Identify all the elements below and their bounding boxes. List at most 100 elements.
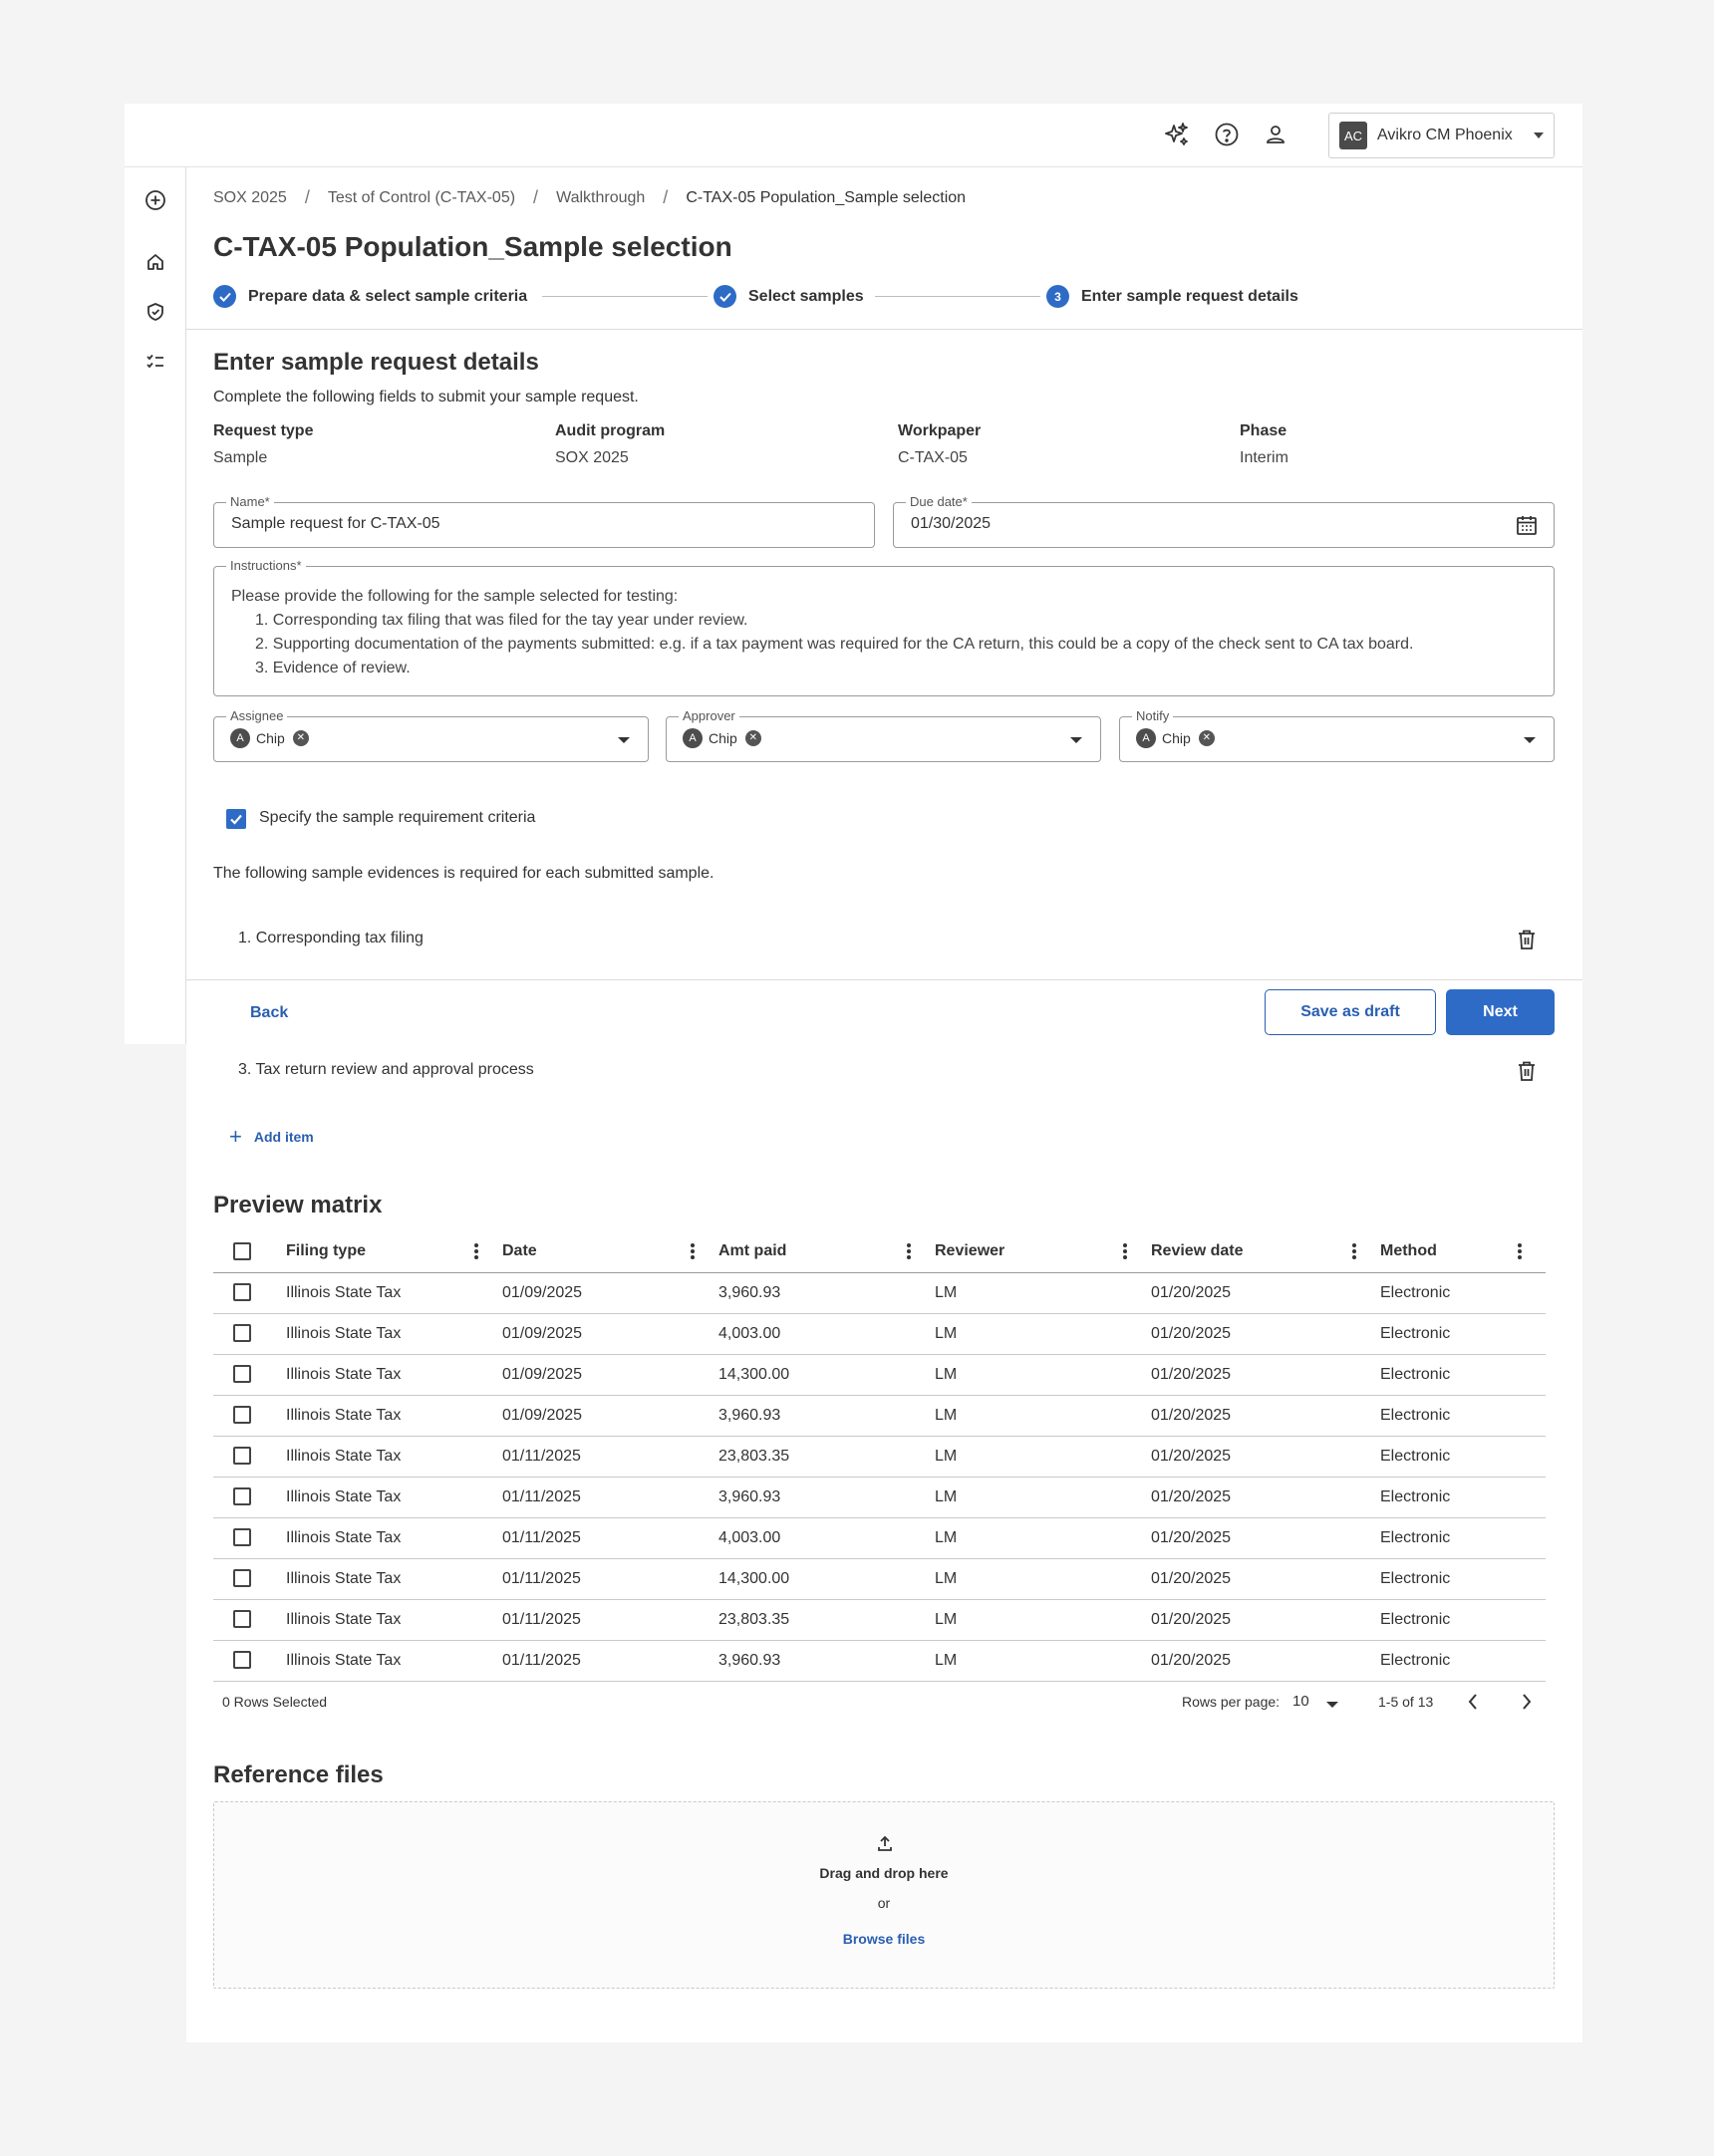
row-checkbox[interactable] (233, 1283, 251, 1302)
chevron-down-icon[interactable] (618, 737, 630, 743)
assignee-select[interactable]: Assignee A Chip ✕ (213, 708, 649, 762)
criteria-checkbox[interactable] (226, 809, 246, 829)
column-header[interactable]: Review date (1151, 1230, 1380, 1273)
account-avatar: AC (1339, 122, 1367, 149)
table-cell: 01/20/2025 (1151, 1272, 1380, 1314)
table-row[interactable]: Illinois State Tax 01/11/2025 3,960.93 LM 01… (213, 1640, 1546, 1682)
row-checkbox[interactable] (233, 1447, 251, 1466)
step-select-samples[interactable]: Select samples (714, 285, 864, 308)
breadcrumb-item-test-of-control[interactable]: Test of Control (C-TAX-05) (328, 189, 515, 207)
step-enter-details[interactable]: 3 Enter sample request details (1046, 285, 1298, 308)
table-cell: Electronic (1380, 1436, 1546, 1478)
account-name: Avikro CM Phoenix (1377, 127, 1513, 143)
back-button[interactable]: Back (250, 1004, 288, 1022)
table-row[interactable]: Illinois State Tax 01/11/2025 4,003.00 LM 01… (213, 1517, 1546, 1559)
table-row[interactable]: Illinois State Tax 01/11/2025 14,300.00 LM 0… (213, 1558, 1546, 1600)
row-checkbox[interactable] (233, 1324, 251, 1343)
row-checkbox[interactable] (233, 1487, 251, 1506)
instructions-field[interactable]: Instructions* Please provide the followi… (213, 558, 1555, 696)
shield-check-icon[interactable] (141, 297, 170, 327)
table-cell: 01/20/2025 (1151, 1477, 1380, 1518)
remove-chip-icon[interactable]: ✕ (744, 730, 761, 746)
more-vertical-icon[interactable] (1123, 1243, 1127, 1259)
table-row[interactable]: Illinois State Tax 01/11/2025 23,803.35 LM 0… (213, 1436, 1546, 1478)
row-select-cell (213, 1395, 286, 1437)
column-header[interactable]: Amt paid (718, 1230, 935, 1273)
row-checkbox[interactable] (233, 1406, 251, 1425)
sparkle-icon[interactable] (1162, 120, 1192, 149)
chevron-right-icon[interactable] (1521, 1693, 1533, 1716)
notify-select[interactable]: Notify A Chip ✕ (1119, 708, 1555, 762)
table-cell: 01/11/2025 (502, 1477, 718, 1518)
avatar: A (230, 728, 250, 748)
header-divider (186, 329, 1582, 330)
table-row[interactable]: Illinois State Tax 01/09/2025 4,003.00 LM 01… (213, 1313, 1546, 1355)
calendar-icon[interactable] (1515, 513, 1539, 542)
rows-per-page-value[interactable]: 10 (1292, 1693, 1309, 1710)
account-switcher[interactable]: AC Avikro CM Phoenix (1328, 113, 1555, 158)
row-checkbox[interactable] (233, 1651, 251, 1670)
row-checkbox[interactable] (233, 1365, 251, 1384)
step-prepare-data[interactable]: Prepare data & select sample criteria (213, 285, 527, 308)
table-row[interactable]: Illinois State Tax 01/09/2025 3,960.93 LM 01… (213, 1395, 1546, 1437)
breadcrumb-item-sox[interactable]: SOX 2025 (213, 189, 287, 207)
column-header[interactable]: Method (1380, 1230, 1546, 1273)
table-cell: 01/11/2025 (502, 1517, 718, 1559)
row-checkbox[interactable] (233, 1610, 251, 1629)
more-vertical-icon[interactable] (474, 1243, 478, 1259)
table-cell: 3,960.93 (718, 1272, 935, 1314)
avatar: A (683, 728, 703, 748)
column-header[interactable]: Reviewer (935, 1230, 1151, 1273)
table-cell: 01/20/2025 (1151, 1517, 1380, 1559)
chevron-down-icon (1534, 133, 1544, 138)
name-field[interactable]: Name* Sample request for C-TAX-05 (213, 494, 875, 548)
help-circle-icon[interactable] (1212, 120, 1242, 149)
chevron-down-icon[interactable] (1524, 737, 1536, 743)
save-draft-button[interactable]: Save as draft (1265, 989, 1436, 1035)
plus-circle-icon[interactable] (141, 185, 170, 215)
chevron-down-icon[interactable] (1070, 737, 1082, 743)
table-cell: 4,003.00 (718, 1313, 935, 1355)
row-checkbox[interactable] (233, 1528, 251, 1547)
next-button[interactable]: Next (1446, 989, 1555, 1035)
due-date-field[interactable]: Due date* 01/30/2025 (893, 494, 1555, 548)
user-icon[interactable] (1261, 120, 1290, 149)
table-header-row: Filing type Date Amt paid Reviewer Revie… (213, 1230, 1546, 1273)
stepper: Prepare data & select sample criteria Se… (213, 285, 1569, 309)
more-vertical-icon[interactable] (1518, 1243, 1522, 1259)
breadcrumb-item-walkthrough[interactable]: Walkthrough (556, 189, 645, 207)
remove-chip-icon[interactable]: ✕ (292, 730, 309, 746)
rows-selected: 0 Rows Selected (222, 1694, 328, 1710)
select-all-checkbox[interactable] (233, 1241, 251, 1260)
remove-chip-icon[interactable]: ✕ (1198, 730, 1215, 746)
table-cell: 14,300.00 (718, 1558, 935, 1600)
more-vertical-icon[interactable] (1352, 1243, 1356, 1259)
approver-select[interactable]: Approver A Chip ✕ (666, 708, 1101, 762)
file-dropzone[interactable]: Drag and drop here or Browse files (213, 1801, 1555, 1989)
table-cell: Electronic (1380, 1272, 1546, 1314)
table-cell: 14,300.00 (718, 1354, 935, 1396)
trash-icon[interactable] (1517, 929, 1537, 950)
pagination-range: 1-5 of 13 (1378, 1694, 1434, 1710)
table-row[interactable]: Illinois State Tax 01/11/2025 3,960.93 LM 01… (213, 1477, 1546, 1518)
row-checkbox[interactable] (233, 1569, 251, 1588)
chevron-left-icon[interactable] (1467, 1693, 1479, 1716)
chevron-down-icon[interactable] (1326, 1702, 1338, 1708)
more-vertical-icon[interactable] (691, 1243, 695, 1259)
meta-phase: Phase Interim (1240, 422, 1288, 466)
browse-files-link[interactable]: Browse files (214, 1931, 1554, 1947)
table-cell: LM (935, 1517, 1151, 1559)
checklist-icon[interactable] (141, 347, 170, 377)
table-row[interactable]: Illinois State Tax 01/11/2025 23,803.35 LM 0… (213, 1599, 1546, 1641)
table-row[interactable]: Illinois State Tax 01/09/2025 3,960.93 LM 01… (213, 1272, 1546, 1314)
notify-chip: A Chip ✕ (1136, 727, 1215, 749)
column-header[interactable]: Filing type (286, 1230, 502, 1273)
home-icon[interactable] (141, 247, 170, 277)
add-item-button[interactable]: + Add item (229, 1126, 314, 1148)
column-header[interactable]: Date (502, 1230, 718, 1273)
trash-icon[interactable] (1517, 1060, 1537, 1082)
table-cell: Illinois State Tax (286, 1477, 502, 1518)
more-vertical-icon[interactable] (907, 1243, 911, 1259)
table-row[interactable]: Illinois State Tax 01/09/2025 14,300.00 LM 0… (213, 1354, 1546, 1396)
table-cell: LM (935, 1640, 1151, 1682)
